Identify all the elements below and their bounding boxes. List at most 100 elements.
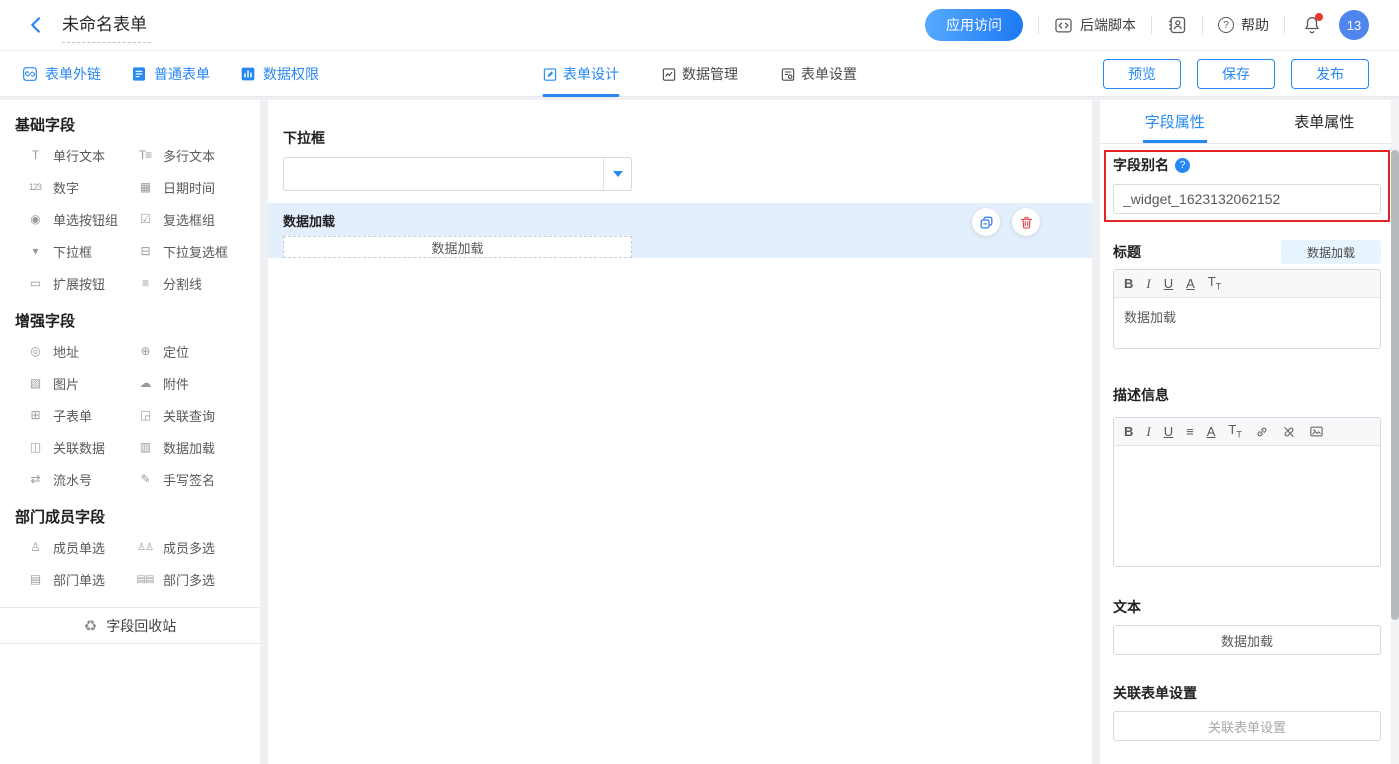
sidebar-item-dept-multi[interactable]: ▤▤部门多选 <box>135 563 245 595</box>
section-title-basic-fields: 基础字段 <box>0 114 260 139</box>
sidebar-item-image[interactable]: ▧图片 <box>25 367 135 399</box>
publish-button[interactable]: 发布 <box>1291 59 1369 89</box>
properties-panel: 字段属性 表单属性 字段别名 ? 标题 数据加载 B I U A TT <box>1100 100 1399 764</box>
dropdown-check-icon: ⊟ <box>135 244 155 258</box>
font-color-icon[interactable]: A <box>1186 277 1195 290</box>
font-color-icon[interactable]: A <box>1207 425 1216 438</box>
field-alias-label: 字段别名 <box>1113 155 1169 175</box>
sidebar-item-address[interactable]: ◎地址 <box>25 335 135 367</box>
selected-field-block[interactable]: 数据加载 数据加载 <box>268 203 1092 258</box>
contacts-button[interactable] <box>1167 15 1187 35</box>
field-alias-input[interactable] <box>1113 184 1381 214</box>
title-rich-editor: B I U A TT 数据加载 <box>1113 269 1381 349</box>
app-access-button[interactable]: 应用访问 <box>925 9 1023 41</box>
tab-label: 数据管理 <box>682 64 738 84</box>
item-label: 数据加载 <box>163 438 215 457</box>
help-label: 帮助 <box>1241 15 1269 35</box>
backend-script-button[interactable]: 后端脚本 <box>1054 15 1136 35</box>
sidebar-item-checkbox-group[interactable]: ☑复选框组 <box>135 203 245 235</box>
tab-form-properties[interactable]: 表单属性 <box>1250 100 1399 143</box>
insert-image-icon[interactable] <box>1309 424 1324 439</box>
underline-icon[interactable]: U <box>1164 277 1173 290</box>
text-data-load-button[interactable]: 数据加载 <box>1113 625 1381 655</box>
alias-help-icon[interactable]: ? <box>1175 158 1190 173</box>
backend-script-label: 后端脚本 <box>1080 15 1136 35</box>
form-title[interactable]: 未命名表单 <box>62 8 151 43</box>
unlink-icon[interactable] <box>1282 425 1296 439</box>
italic-icon[interactable]: I <box>1146 425 1150 438</box>
tab-form-settings[interactable]: 表单设置 <box>780 51 857 97</box>
align-icon[interactable]: ≡ <box>1186 425 1194 438</box>
dept-icon: ▤ <box>25 572 45 586</box>
title-insert-field-button[interactable]: 数据加载 <box>1281 240 1381 264</box>
dropdown-arrow-cell[interactable] <box>603 158 631 190</box>
address-book-icon <box>1167 15 1187 35</box>
notification-dot <box>1315 13 1323 21</box>
dropdown-icon: ▾ <box>25 244 45 258</box>
data-load-field-button[interactable]: 数据加载 <box>283 236 632 258</box>
field-recycle-bin-button[interactable]: ♻ 字段回收站 <box>0 607 260 644</box>
item-label: 关联查询 <box>163 406 215 425</box>
font-size-icon[interactable]: TT <box>1228 423 1241 440</box>
data-permission-button[interactable]: 数据权限 <box>240 64 319 84</box>
item-label: 部门多选 <box>163 570 215 589</box>
tab-field-properties[interactable]: 字段属性 <box>1100 100 1250 143</box>
item-label: 数字 <box>53 178 79 197</box>
sidebar-item-subform[interactable]: ⊞子表单 <box>25 399 135 431</box>
item-label: 成员多选 <box>163 538 215 557</box>
sidebar-item-dropdown-multi[interactable]: ⊟ 下拉复选框 <box>135 235 245 267</box>
sidebar-item-signature[interactable]: ✎手写签名 <box>135 463 245 495</box>
title-section-label: 标题 <box>1113 242 1141 262</box>
sidebar-item-datetime[interactable]: ▦日期时间 <box>135 171 245 203</box>
font-size-icon[interactable]: TT <box>1208 275 1221 292</box>
sidebar-item-related-query[interactable]: ◲关联查询 <box>135 399 245 431</box>
related-form-settings-button[interactable]: 关联表单设置 <box>1113 711 1381 741</box>
item-label: 下拉复选框 <box>163 242 228 261</box>
item-label: 多行文本 <box>163 146 215 165</box>
tab-form-design[interactable]: 表单设计 <box>542 51 619 97</box>
title-editor-content[interactable]: 数据加载 <box>1114 298 1380 348</box>
serial-icon: ⇄ <box>25 472 45 486</box>
sidebar-item-single-text[interactable]: T单行文本 <box>25 139 135 171</box>
panel-scrollbar-thumb[interactable] <box>1391 150 1399 620</box>
back-icon[interactable] <box>26 14 48 36</box>
external-link-button[interactable]: 表单外链 <box>22 64 101 84</box>
delete-field-button[interactable] <box>1012 208 1040 236</box>
description-editor-content[interactable] <box>1114 446 1380 566</box>
italic-icon[interactable]: I <box>1146 277 1150 290</box>
panel-scrollbar-track[interactable] <box>1391 100 1399 764</box>
sidebar-item-dropdown[interactable]: ▾下拉框 <box>25 235 135 267</box>
sidebar-item-member-multi[interactable]: ♙♙成员多选 <box>135 531 245 563</box>
underline-icon[interactable]: U <box>1164 425 1173 438</box>
sidebar-item-dept-single[interactable]: ▤部门单选 <box>25 563 135 595</box>
link-icon[interactable] <box>1255 425 1269 439</box>
sidebar-item-extend-button[interactable]: ▭扩展按钮 <box>25 267 135 299</box>
save-button[interactable]: 保存 <box>1197 59 1275 89</box>
sidebar-item-radio-group[interactable]: ◉单选按钮组 <box>25 203 135 235</box>
tab-data-management[interactable]: 数据管理 <box>661 51 738 97</box>
dropdown-field-input[interactable] <box>283 157 632 191</box>
sidebar-item-number[interactable]: 123数字 <box>25 171 135 203</box>
sidebar-item-attachment[interactable]: ☁附件 <box>135 367 245 399</box>
attachment-icon: ☁ <box>135 376 155 390</box>
description-rich-editor: B I U ≡ A TT <box>1113 417 1381 567</box>
sidebar-item-multi-text[interactable]: T≡多行文本 <box>135 139 245 171</box>
sidebar-item-member-single[interactable]: ♙成员单选 <box>25 531 135 563</box>
bold-icon[interactable]: B <box>1124 277 1133 290</box>
form-toolbar: 表单外链 普通表单 数据权限 表单设计 <box>0 51 1399 97</box>
notification-bell-icon[interactable] <box>1300 13 1324 37</box>
sidebar-item-divider-line[interactable]: ≡分割线 <box>135 267 245 299</box>
help-button[interactable]: ? 帮助 <box>1218 15 1269 35</box>
sidebar-item-data-load[interactable]: ▥数据加载 <box>135 431 245 463</box>
sidebar-item-related-data[interactable]: ◫关联数据 <box>25 431 135 463</box>
item-label: 流水号 <box>53 470 92 489</box>
user-avatar[interactable]: 13 <box>1339 10 1369 40</box>
bold-icon[interactable]: B <box>1124 425 1133 438</box>
preview-button[interactable]: 预览 <box>1103 59 1181 89</box>
plain-form-button[interactable]: 普通表单 <box>131 64 210 84</box>
subform-icon: ⊞ <box>25 408 45 422</box>
sidebar-item-location[interactable]: ⊕定位 <box>135 335 245 367</box>
sidebar-item-serial-number[interactable]: ⇄ 流水号 <box>25 463 135 495</box>
copy-field-button[interactable] <box>972 208 1000 236</box>
plain-form-icon <box>131 66 147 82</box>
